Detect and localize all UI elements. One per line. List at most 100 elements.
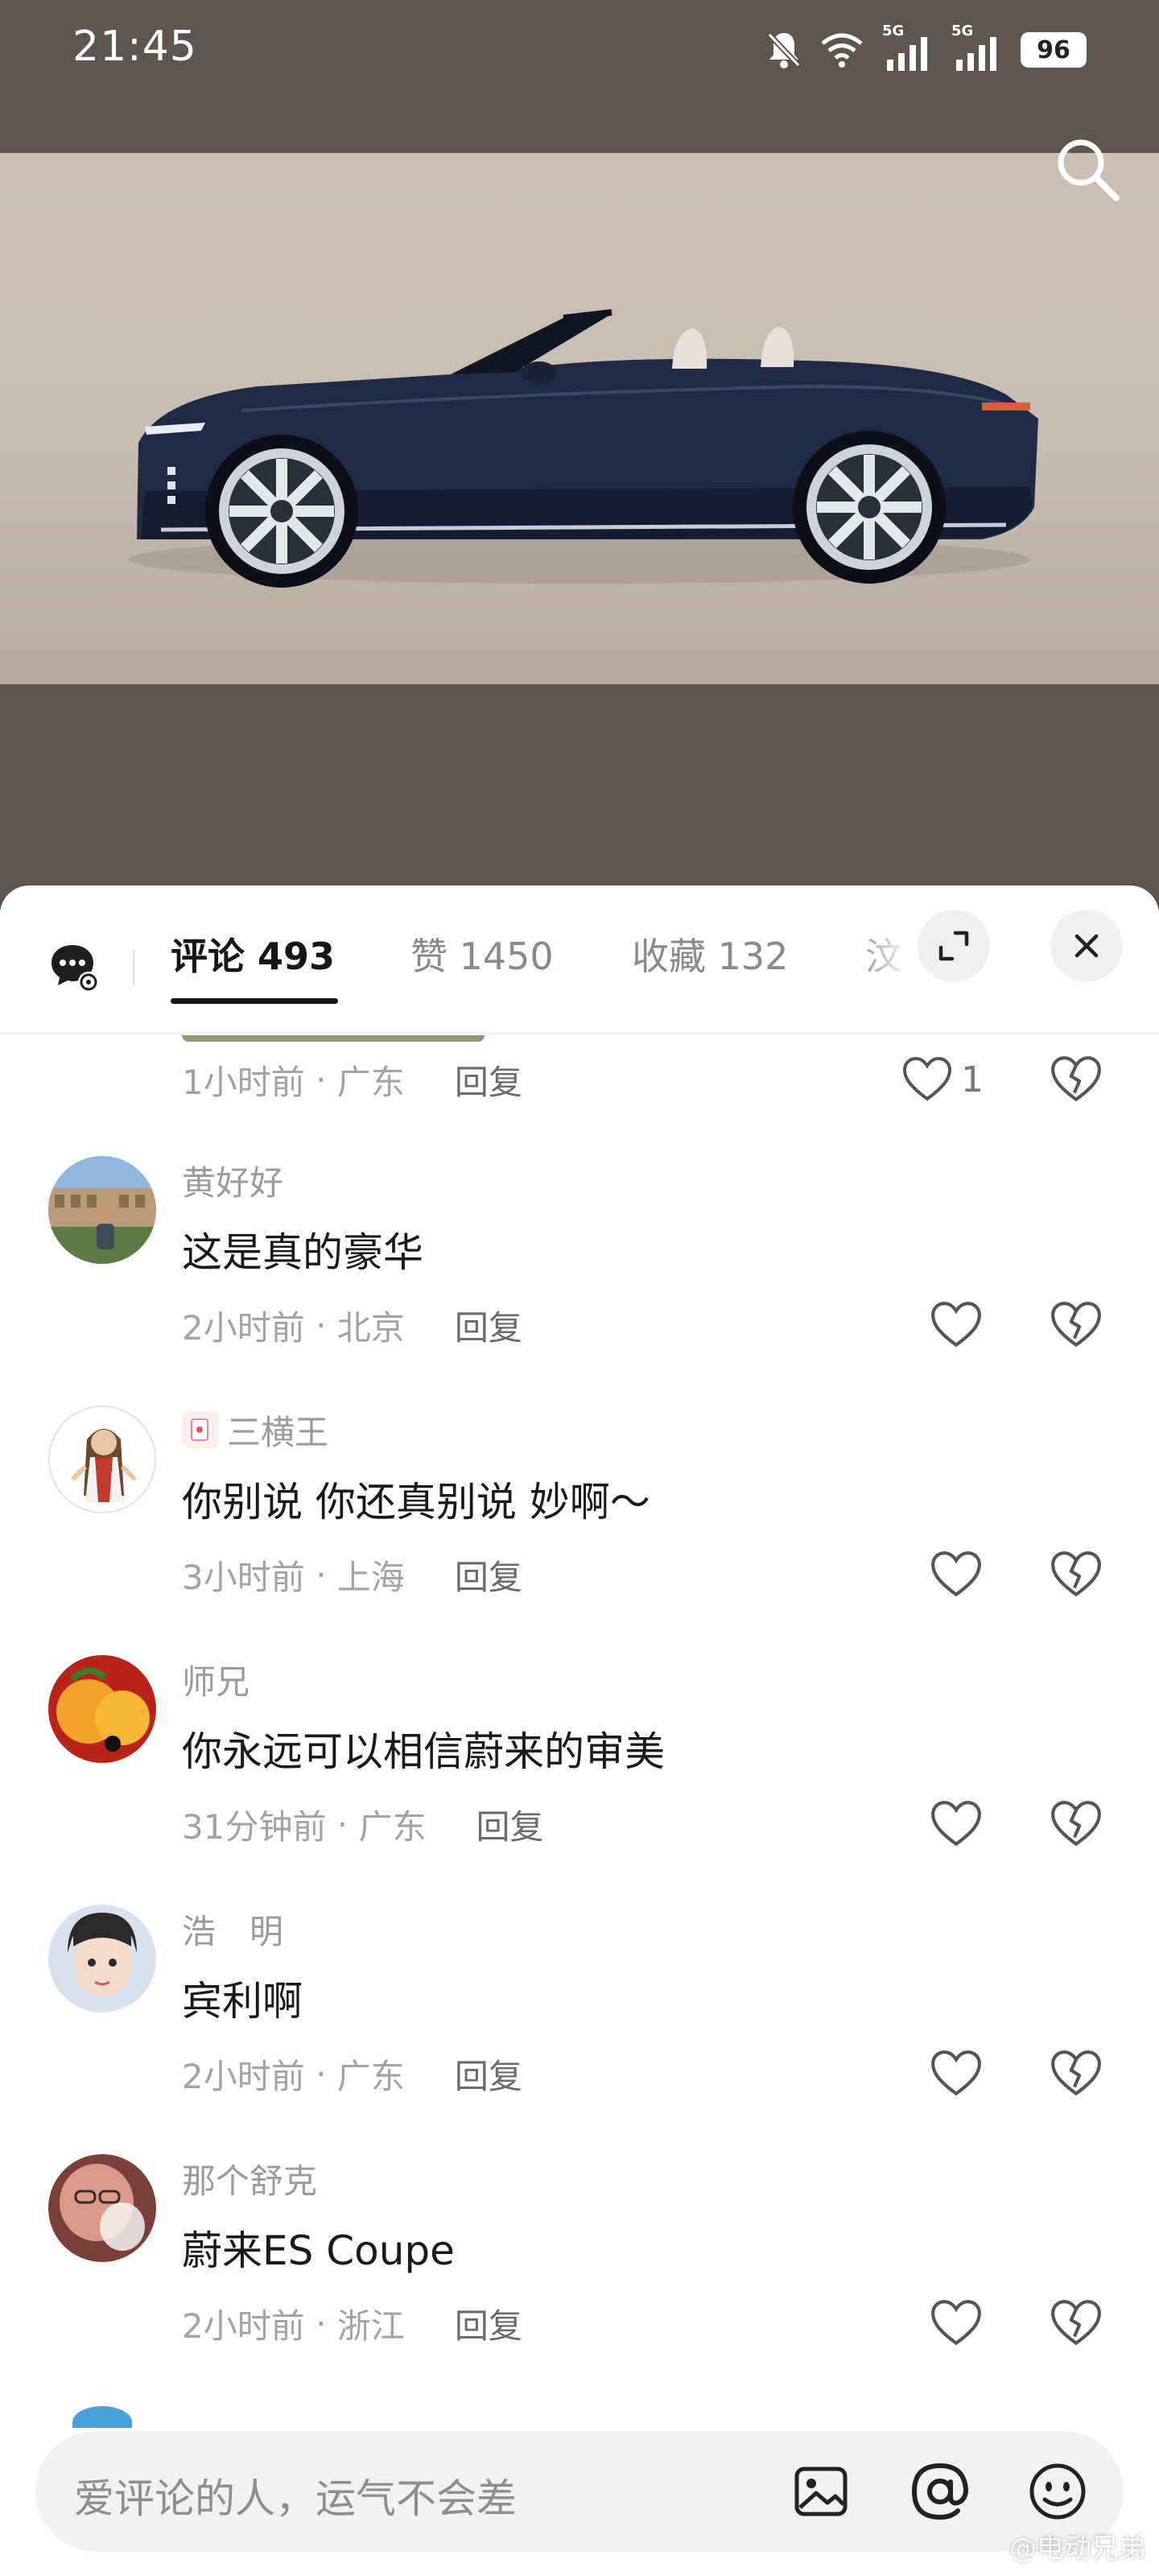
reply-button[interactable]: 回复 [455, 2299, 522, 2348]
comment-sheet: 评论 493 赞 1450 收藏 132 汶 1小时前 · 广东 回复 [0, 886, 1159, 2576]
comment-meta: 2小时前 · 广东 回复 [182, 2046, 522, 2102]
emoji-button[interactable] [1027, 2461, 1088, 2522]
meta-separator: · [304, 1305, 337, 1345]
signal-icon [887, 37, 927, 71]
tab-fade [853, 918, 926, 998]
reply-button[interactable]: 回复 [476, 1800, 544, 1849]
rear-wheel [793, 431, 946, 584]
broken-heart-icon[interactable] [1050, 1798, 1103, 1851]
signal-icon [956, 37, 996, 71]
comment-time: 1小时前 [182, 1062, 305, 1102]
avatar[interactable] [48, 1406, 156, 1513]
signal-1: 5G [882, 23, 934, 74]
broken-heart-icon[interactable] [1050, 1548, 1103, 1601]
watermark: @电动兄弟 [1009, 2533, 1146, 2565]
tabs-bar: 评论 493 赞 1450 收藏 132 汶 [0, 886, 1159, 1034]
status-icons: 5G 5G 96 [766, 23, 1087, 76]
comment-text: 宾利啊 [182, 1978, 303, 2025]
comment-meta: 2小时前 · 北京 回复 [182, 1297, 522, 1353]
signal-2: 5G [951, 23, 1003, 74]
avatar[interactable] [48, 1156, 156, 1264]
comment-location: 北京 [336, 1307, 405, 1348]
like-count: 1 [961, 1059, 984, 1100]
like-button[interactable]: 1 [901, 1051, 984, 1108]
avatar[interactable] [48, 1655, 156, 1763]
comment-location: 浙江 [336, 2306, 405, 2346]
image-button[interactable] [790, 2461, 852, 2522]
comment-list: 1小时前 · 广东 回复 1 黄好好 这是真的豪华 2小时前 · 北京 回复 三… [0, 1035, 1159, 2428]
reply-button[interactable]: 回复 [455, 2050, 522, 2099]
username-text: 浩 明 [182, 1911, 284, 1951]
active-tab-indicator [171, 998, 338, 1004]
comment-time: 2小时前 [182, 1307, 305, 1348]
username-text: 那个舒克 [182, 2161, 318, 2201]
comment-text: 这是真的豪华 [182, 1229, 423, 1276]
comment-item: 师兄 你永远可以相信蔚来的审美 31分钟前 · 广东 回复 [0, 1655, 1159, 1905]
comment-meta: 2小时前 · 浙江 回复 [182, 2295, 522, 2351]
tab-favorites[interactable]: 收藏 132 [632, 927, 788, 980]
comment-time: 3小时前 [182, 1557, 305, 1597]
comment-time: 31分钟前 [182, 1806, 327, 1847]
meta-separator: · [304, 2303, 337, 2343]
emoji-icon [1029, 2463, 1086, 2520]
broken-heart-icon[interactable] [1050, 2297, 1103, 2350]
broken-heart-icon[interactable] [1050, 1053, 1103, 1106]
reply-button[interactable]: 回复 [455, 1055, 522, 1104]
battery-indicator: 96 [1021, 32, 1087, 68]
media-area: 21:45 5G 5G 96 [0, 0, 1159, 910]
comment-time: 2小时前 [182, 2306, 305, 2346]
comment-username[interactable]: 黄好好 [182, 1156, 283, 1204]
avatar[interactable] [48, 1905, 156, 2013]
comment-time: 2小时前 [182, 2056, 305, 2096]
comment-username[interactable]: 三横王 [182, 1406, 328, 1454]
search-icon [1058, 139, 1120, 201]
comment-settings-icon[interactable] [48, 940, 101, 993]
comment-item: 那个舒克 蔚来ES Coupe 2小时前 · 浙江 回复 [0, 2154, 1159, 2404]
tab-divider [133, 950, 134, 985]
tab-likes[interactable]: 赞 1450 [410, 927, 554, 980]
close-button[interactable] [1050, 910, 1123, 982]
avatar[interactable] [48, 2154, 156, 2262]
expand-icon [938, 931, 969, 961]
front-wheel [205, 435, 358, 588]
broken-heart-icon[interactable] [1050, 1298, 1103, 1352]
status-time: 21:45 [72, 23, 197, 71]
comment-location: 上海 [336, 1557, 405, 1597]
comment-meta: 3小时前 · 上海 回复 [182, 1546, 522, 1603]
heart-icon[interactable] [930, 1798, 983, 1851]
comment-input-bar[interactable]: 爱评论的人，运气不会差 [35, 2431, 1124, 2552]
comment-item: 浩 明 宾利啊 2小时前 · 广东 回复 [0, 1905, 1159, 2154]
comment-input[interactable]: 爱评论的人，运气不会差 [74, 2467, 517, 2524]
car-image [0, 153, 1159, 684]
comment-text: 你别说 你还真别说 妙啊～ [182, 1479, 650, 1525]
heart-icon[interactable] [930, 2047, 983, 2100]
comment-location: 广东 [358, 1806, 427, 1847]
comment-item: 三横王 你别说 你还真别说 妙啊～ 3小时前 · 上海 回复 [0, 1406, 1159, 1655]
comment-username[interactable]: 那个舒克 [182, 2154, 317, 2202]
car-illustration [129, 309, 1038, 588]
comment-username[interactable]: 浩 明 [182, 1905, 283, 1953]
reply-button[interactable]: 回复 [455, 1550, 522, 1600]
search-button[interactable] [1051, 133, 1124, 205]
broken-heart-icon[interactable] [1050, 2047, 1103, 2100]
card-badge-icon [182, 1411, 219, 1448]
username-text: 三横王 [227, 1412, 329, 1452]
status-bar: 21:45 5G 5G 96 [0, 0, 1159, 101]
meta-separator: · [304, 1554, 337, 1595]
wifi-icon [821, 33, 863, 68]
meta-separator: · [304, 1059, 337, 1100]
username-text: 师兄 [182, 1662, 250, 1702]
heart-icon[interactable] [930, 1548, 983, 1601]
comment-text: 你永远可以相信蔚来的审美 [182, 1728, 665, 1775]
tab-comments[interactable]: 评论 493 [171, 927, 335, 980]
mention-button[interactable] [909, 2461, 971, 2522]
comment-meta: 31分钟前 · 广东 回复 [182, 1796, 544, 1852]
comment-item: 黄好好 这是真的豪华 2小时前 · 北京 回复 [0, 1156, 1159, 1406]
reply-button[interactable]: 回复 [455, 1301, 522, 1350]
heart-icon[interactable] [930, 1298, 983, 1352]
expand-button[interactable] [918, 910, 990, 982]
meta-separator: · [326, 1804, 359, 1844]
heart-icon[interactable] [930, 2297, 983, 2350]
comment-username[interactable]: 师兄 [182, 1655, 250, 1703]
at-mention-icon [911, 2462, 969, 2520]
